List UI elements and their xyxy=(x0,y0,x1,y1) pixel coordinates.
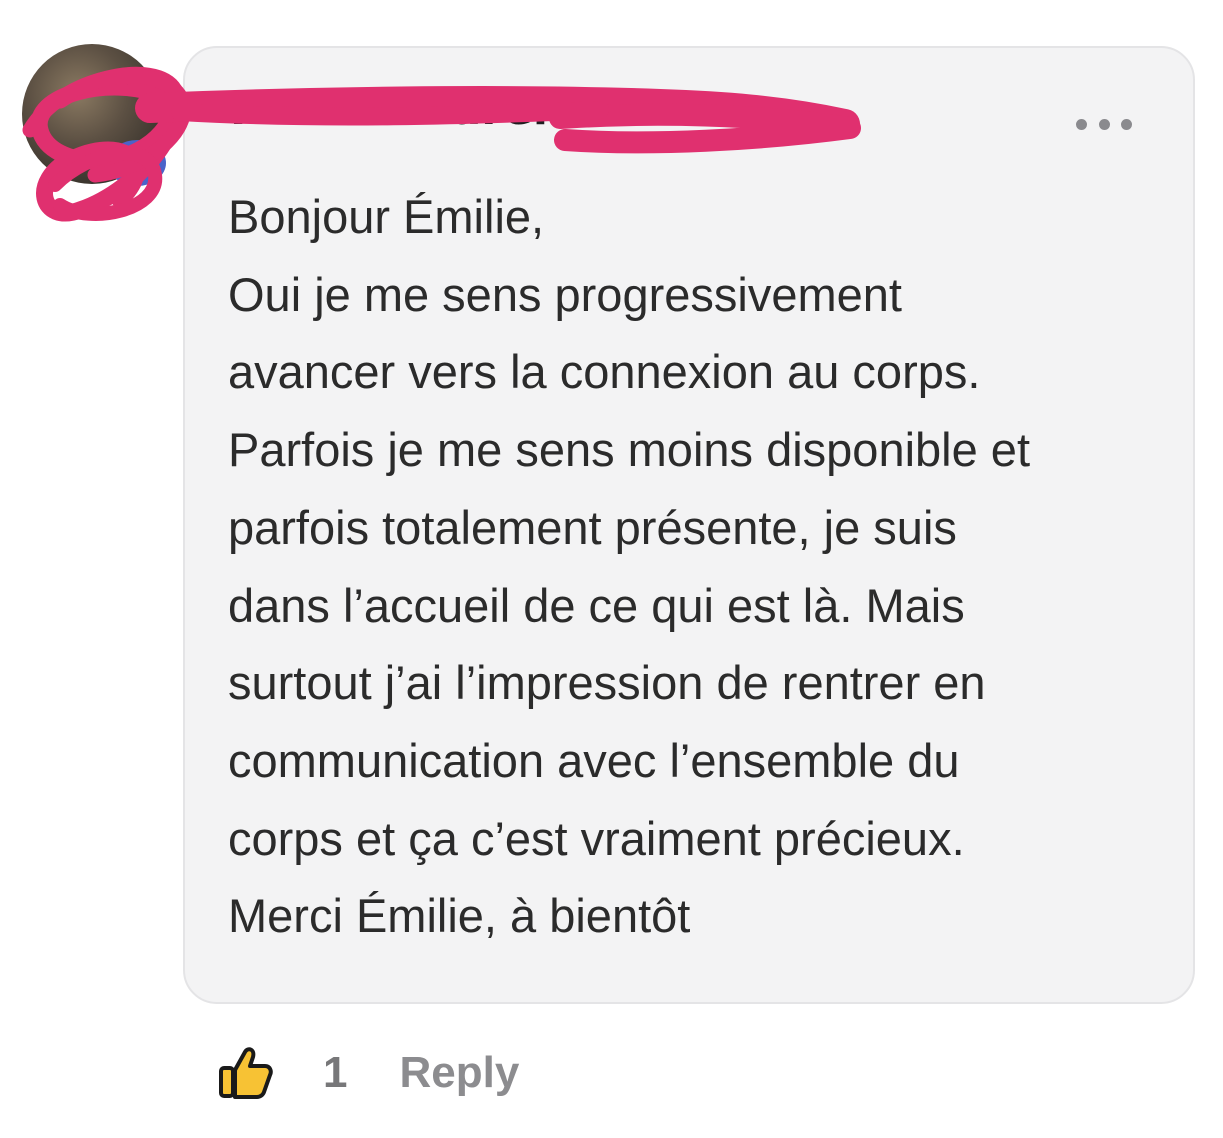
comment-text: Bonjour Émilie, Oui je me sens progressi… xyxy=(228,178,1168,955)
more-horizontal-icon xyxy=(1098,118,1110,130)
comment-line: parfois totalement présente, je suis xyxy=(228,500,957,554)
avatar-badge xyxy=(108,140,166,186)
like-count: 1 xyxy=(323,1048,348,1097)
comment-line: corps et ça c’est vraiment précieux. xyxy=(228,811,965,865)
thumbs-up-icon xyxy=(219,1047,273,1099)
reply-button[interactable]: Reply xyxy=(399,1048,519,1098)
comment-thread: Hélène Barel B 12 Bonjour Émilie, Oui je… xyxy=(0,0,1223,1138)
comment-line: Merci Émilie, à bientôt xyxy=(228,889,691,943)
comment-line: Oui je me sens progressivement xyxy=(228,267,902,321)
more-horizontal-icon xyxy=(1076,118,1087,130)
comment-line: avancer vers la connexion au corps. xyxy=(228,345,981,399)
comment-line: Parfois je me sens moins disponible et xyxy=(228,423,1031,477)
comment-line: Bonjour Émilie, xyxy=(228,190,545,243)
comment-line: communication avec l’ensemble du xyxy=(228,733,960,787)
comment-line: surtout j’ai l’impression de rentrer en xyxy=(228,656,986,710)
more-horizontal-icon xyxy=(1121,118,1132,130)
comment-actions: 1 Reply xyxy=(215,1040,519,1106)
comment-line: dans l’accueil de ce qui est là. Mais xyxy=(228,578,965,632)
like-button[interactable] xyxy=(215,1042,277,1104)
more-options-button[interactable] xyxy=(1076,112,1132,136)
